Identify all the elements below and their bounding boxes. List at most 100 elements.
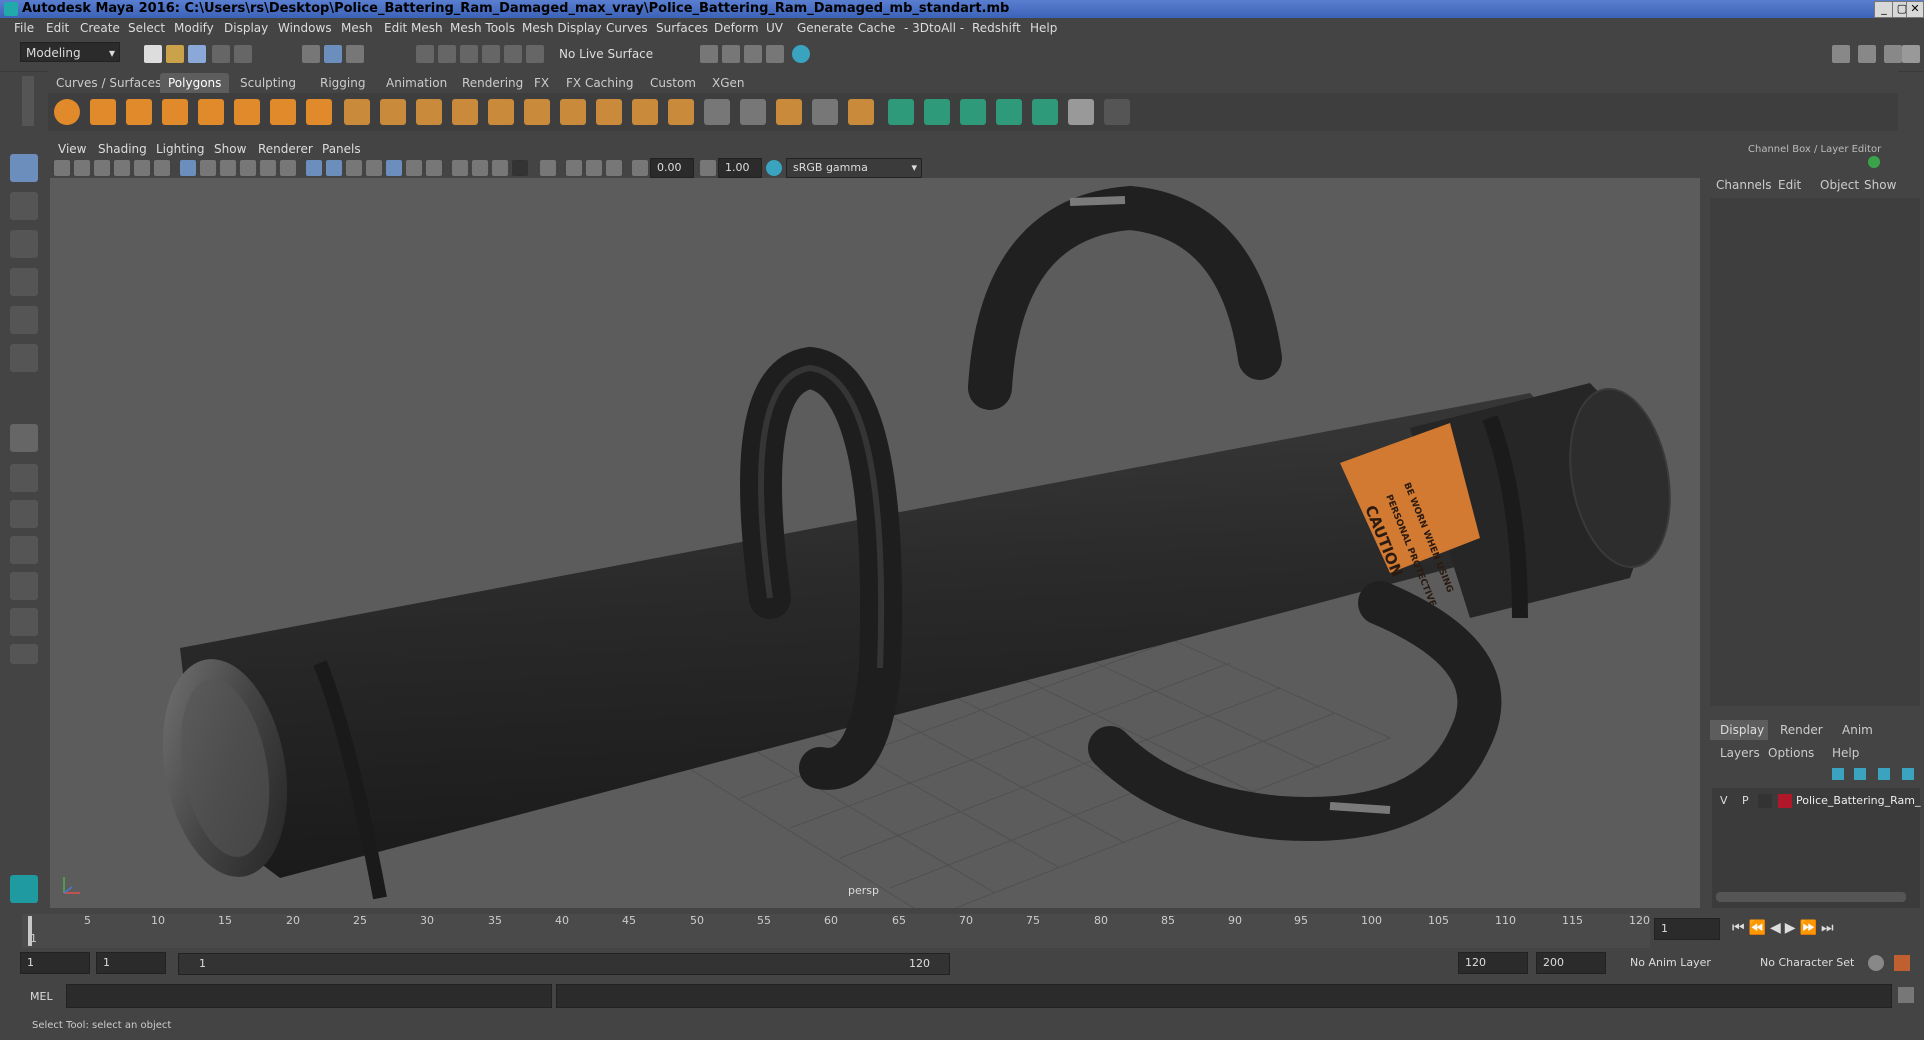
smooth-shade-icon[interactable]	[326, 160, 342, 176]
channel-box-menu-object[interactable]: Object	[1820, 178, 1859, 192]
xray-active-icon[interactable]	[586, 160, 602, 176]
menu-edit-mesh[interactable]: Edit Mesh	[384, 18, 443, 39]
shelf-tab-rigging[interactable]: Rigging	[312, 73, 373, 93]
poly-cylinder-icon[interactable]	[126, 99, 152, 125]
channel-box-menu-show[interactable]: Show	[1864, 178, 1896, 192]
minimize-button[interactable]: _	[1874, 1, 1894, 18]
select-component-icon[interactable]	[346, 45, 364, 63]
render-settings-icon[interactable]	[766, 45, 784, 63]
layer-reference-toggle[interactable]	[1758, 794, 1772, 808]
camera-attributes-icon[interactable]	[74, 160, 90, 176]
preferences-icon[interactable]	[1894, 955, 1910, 971]
menu-windows[interactable]: Windows	[278, 18, 332, 39]
new-layer-icon[interactable]	[1878, 768, 1890, 780]
uv-cylindrical-icon[interactable]	[924, 99, 950, 125]
shelf-tab-custom[interactable]: Custom	[642, 73, 704, 93]
layer-menu-help[interactable]: Help	[1832, 746, 1859, 760]
channel-box-icon[interactable]	[1902, 45, 1920, 63]
xray-joints-icon[interactable]	[566, 160, 582, 176]
shelf-tab-polygons[interactable]: Polygons	[160, 73, 230, 93]
poly-sphere-icon[interactable]	[54, 99, 80, 125]
persp-graph-layout-icon[interactable]	[10, 536, 38, 564]
safe-action-icon[interactable]	[280, 160, 296, 176]
bookmark-icon[interactable]	[94, 160, 110, 176]
menu-display[interactable]: Display	[224, 18, 268, 39]
poly-cone-icon[interactable]	[162, 99, 188, 125]
snap-curve-icon[interactable]	[438, 45, 456, 63]
select-tool-icon[interactable]	[10, 154, 38, 182]
layout-options-icon[interactable]	[10, 644, 38, 664]
menu-curves[interactable]: Curves	[606, 18, 648, 39]
extrude-icon[interactable]	[488, 99, 514, 125]
gate-mask-icon[interactable]	[240, 160, 256, 176]
lasso-tool-icon[interactable]	[10, 192, 38, 220]
new-scene-icon[interactable]	[144, 45, 162, 63]
snap-point-icon[interactable]	[460, 45, 478, 63]
uv-automatic-icon[interactable]	[996, 99, 1022, 125]
time-slider[interactable]: 1 5 10 15 20 25 30 35 40 45 50 55 60 65 …	[0, 912, 1924, 952]
shelf-tab-xgen[interactable]: XGen	[704, 73, 753, 93]
uv-unfold-icon[interactable]	[1032, 99, 1058, 125]
smooth-icon[interactable]	[452, 99, 478, 125]
multi-cut-icon[interactable]	[704, 99, 730, 125]
snap-surface-icon[interactable]	[504, 45, 522, 63]
auto-key-icon[interactable]	[1868, 955, 1884, 971]
snap-grid-icon[interactable]	[416, 45, 434, 63]
shelf-tab-fx[interactable]: FX	[526, 73, 557, 93]
gamma-icon[interactable]	[700, 160, 716, 176]
wireframe-on-shaded-icon[interactable]	[346, 160, 362, 176]
shelf-scroll[interactable]	[1900, 72, 1922, 132]
menu-3dtoall[interactable]: - 3DtoAll -	[904, 18, 964, 39]
vp-menu-panels[interactable]: Panels	[322, 140, 361, 158]
vp-menu-lighting[interactable]: Lighting	[156, 140, 205, 158]
attribute-editor-icon[interactable]	[1858, 45, 1876, 63]
layer-menu-options[interactable]: Options	[1768, 746, 1814, 760]
insert-edge-loop-icon[interactable]	[740, 99, 766, 125]
outliner-layout-icon[interactable]	[10, 608, 38, 636]
poly-pipe-icon[interactable]	[306, 99, 332, 125]
anti-aliasing-icon[interactable]	[492, 160, 508, 176]
layer-color-swatch[interactable]	[1778, 794, 1792, 808]
target-weld-icon[interactable]	[776, 99, 802, 125]
persp-outliner-layout-icon[interactable]	[10, 572, 38, 600]
poly-plane-icon[interactable]	[198, 99, 224, 125]
use-all-lights-icon[interactable]	[406, 160, 422, 176]
uv-layout-icon[interactable]	[1104, 99, 1130, 125]
menu-mesh-tools[interactable]: Mesh Tools	[450, 18, 515, 39]
playback-end-field[interactable]: 120	[1458, 952, 1528, 974]
uv-editor-icon[interactable]	[1068, 99, 1094, 125]
layer-tab-render[interactable]: Render	[1780, 723, 1823, 737]
playback-start-field[interactable]: 1	[96, 952, 166, 974]
menu-uv[interactable]: UV	[766, 18, 783, 39]
perspective-viewport[interactable]: CAUTION PERSONAL PROTECTIVE BE WORN WHEN…	[50, 178, 1700, 908]
render-frame-icon[interactable]	[722, 45, 740, 63]
uv-planar-icon[interactable]	[888, 99, 914, 125]
side-by-side-layout-icon[interactable]	[10, 500, 38, 528]
hud-icon[interactable]	[606, 160, 622, 176]
film-gate-icon[interactable]	[200, 160, 216, 176]
tool-settings-icon[interactable]	[1884, 45, 1902, 63]
vp-menu-show[interactable]: Show	[214, 140, 246, 158]
depth-of-field-icon[interactable]	[512, 160, 528, 176]
layer-name[interactable]: Police_Battering_Ram_	[1796, 794, 1920, 807]
paint-select-icon[interactable]	[10, 230, 38, 258]
move-tool-icon[interactable]	[10, 268, 38, 296]
anim-layer-dropdown[interactable]: No Anim Layer	[1630, 956, 1711, 969]
anim-end-field[interactable]: 200	[1536, 952, 1606, 974]
playback-controls[interactable]: ⏮⏪◀▶⏩⏭	[1732, 920, 1838, 936]
wireframe-icon[interactable]	[306, 160, 322, 176]
grid-toggle-icon[interactable]	[180, 160, 196, 176]
shelf-tab-curves-surfaces[interactable]: Curves / Surfaces	[48, 73, 169, 93]
isolate-select-icon[interactable]	[540, 160, 556, 176]
image-plane-icon[interactable]	[114, 160, 130, 176]
new-layer-selected-icon[interactable]	[1902, 768, 1914, 780]
gamma-field[interactable]: 1.00	[718, 158, 762, 178]
menu-deform[interactable]: Deform	[714, 18, 759, 39]
undo-icon[interactable]	[212, 45, 230, 63]
snap-live-icon[interactable]	[526, 45, 544, 63]
four-view-layout-icon[interactable]	[10, 464, 38, 492]
shelf-options-icon[interactable]	[22, 76, 34, 126]
bevel-icon[interactable]	[560, 99, 586, 125]
rotate-tool-icon[interactable]	[10, 306, 38, 334]
ipr-render-icon[interactable]	[744, 45, 762, 63]
